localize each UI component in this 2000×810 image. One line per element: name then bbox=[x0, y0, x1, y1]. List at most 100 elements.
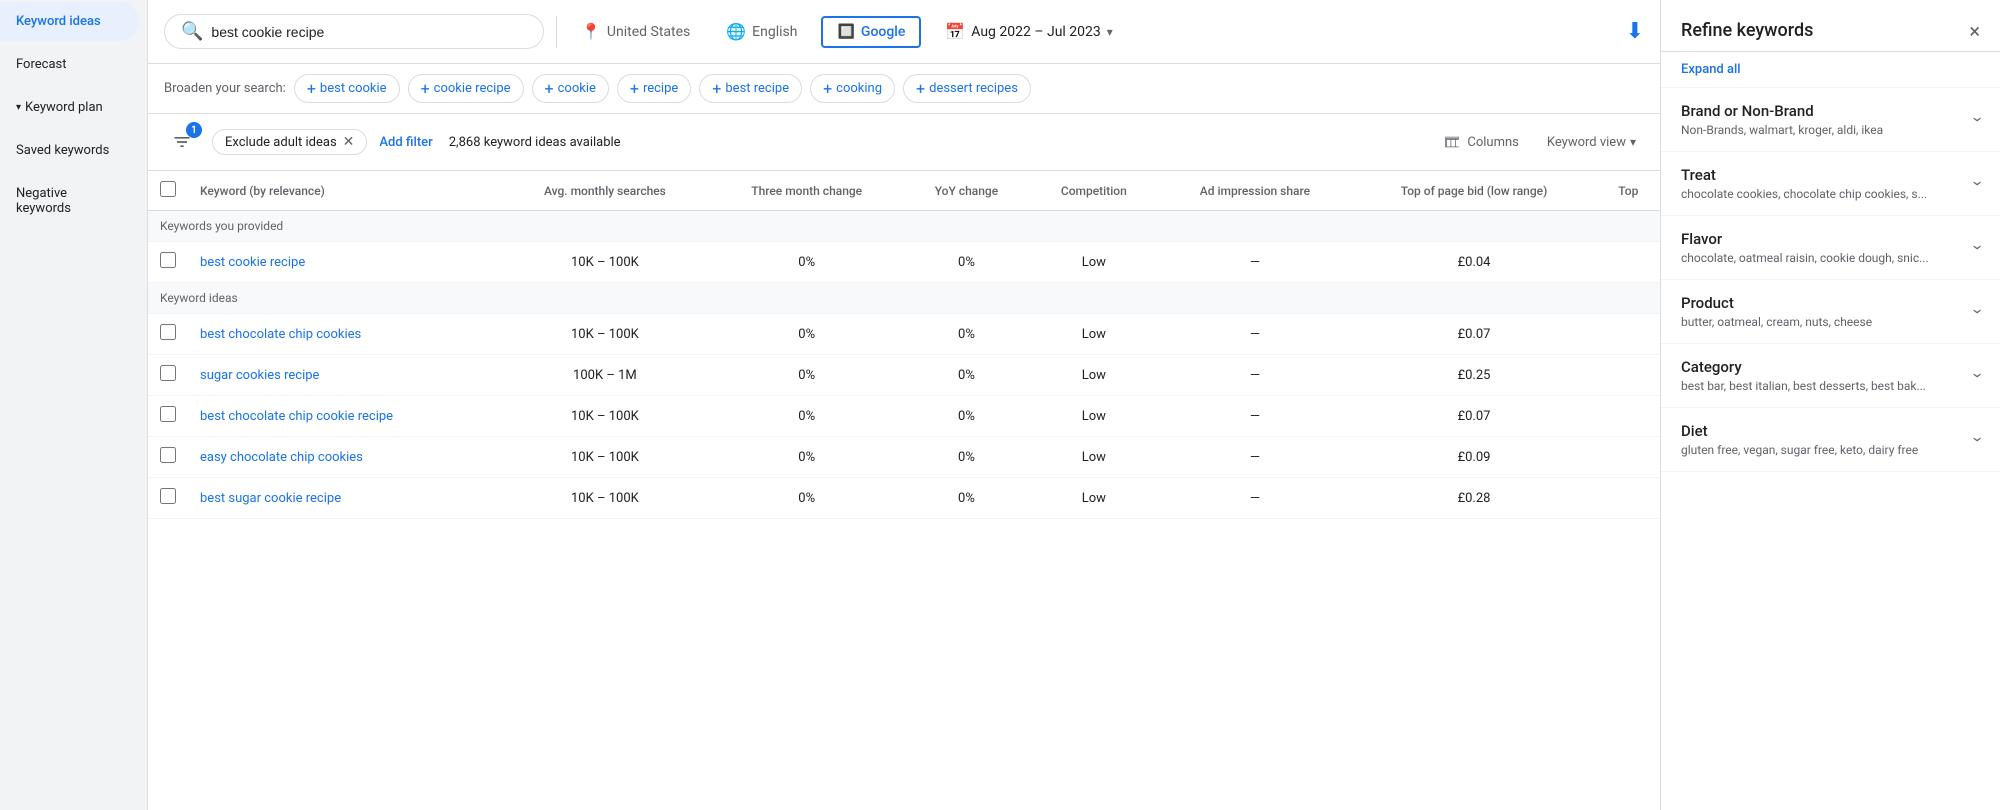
col-header-avg-monthly: Avg. monthly searches bbox=[500, 171, 710, 211]
keyword-view-label: Keyword view bbox=[1547, 135, 1626, 150]
cell-top-bid-high bbox=[1597, 242, 1660, 283]
date-range-filter[interactable]: 📅 Aug 2022 – Jul 2023 ▾ bbox=[933, 16, 1124, 47]
cell-top-bid-high bbox=[1597, 478, 1660, 519]
exclude-chip-label: Exclude adult ideas bbox=[225, 135, 337, 150]
exclude-adult-chip[interactable]: Exclude adult ideas ✕ bbox=[212, 129, 367, 155]
download-icon[interactable]: ⬇ bbox=[1626, 19, 1644, 44]
broaden-chip-cooking[interactable]: + cooking bbox=[810, 74, 895, 103]
cell-yoy: 0% bbox=[904, 314, 1030, 355]
add-filter-button[interactable]: Add filter bbox=[379, 135, 432, 150]
keyword-cell[interactable]: sugar cookies recipe bbox=[200, 368, 319, 383]
refine-title: Refine keywords bbox=[1681, 20, 1813, 41]
sidebar-item-label: Saved keywords bbox=[16, 143, 109, 158]
chevron-down-icon: › bbox=[1967, 309, 1988, 314]
chip-label: best recipe bbox=[725, 81, 789, 96]
keyword-cell[interactable]: easy chocolate chip cookies bbox=[200, 450, 363, 465]
columns-button[interactable]: Columns bbox=[1435, 129, 1527, 155]
search-box[interactable]: 🔍 bbox=[164, 14, 544, 49]
cell-competition: Low bbox=[1029, 478, 1158, 519]
select-all-checkbox[interactable] bbox=[160, 181, 176, 197]
keyword-view-button[interactable]: Keyword view ▾ bbox=[1539, 131, 1644, 154]
sidebar-item-keyword-plan[interactable]: ▾ Keyword plan bbox=[0, 88, 139, 127]
table-row: easy chocolate chip cookies10K – 100K0%0… bbox=[148, 437, 1660, 478]
keyword-cell[interactable]: best chocolate chip cookies bbox=[200, 327, 361, 342]
topbar: 🔍 📍 United States 🌐 English 🔲 Google 📅 A… bbox=[148, 0, 1660, 64]
cell-avg-monthly: 100K – 1M bbox=[500, 355, 710, 396]
chip-label: cooking bbox=[836, 81, 882, 96]
keywords-table-container: Keyword (by relevance) Avg. monthly sear… bbox=[148, 171, 1660, 810]
sidebar-item-negative-keywords[interactable]: Negative keywords bbox=[0, 174, 139, 228]
topbar-actions: ⬇ bbox=[1626, 19, 1644, 44]
row-checkbox[interactable] bbox=[160, 324, 176, 340]
language-filter[interactable]: 🌐 English bbox=[714, 16, 809, 47]
refine-section-product[interactable]: Product butter, oatmeal, cream, nuts, ch… bbox=[1661, 280, 2000, 344]
refine-section-subtitle: chocolate cookies, chocolate chip cookie… bbox=[1681, 187, 1927, 201]
cell-three-month: 0% bbox=[710, 355, 904, 396]
row-checkbox[interactable] bbox=[160, 488, 176, 504]
broaden-chip-recipe[interactable]: + recipe bbox=[617, 74, 691, 103]
cell-avg-monthly: 10K – 100K bbox=[500, 396, 710, 437]
refine-section-treat[interactable]: Treat chocolate cookies, chocolate chip … bbox=[1661, 152, 2000, 216]
chip-label: cookie recipe bbox=[434, 81, 511, 96]
location-filter[interactable]: 📍 United States bbox=[569, 16, 702, 47]
keyword-cell[interactable]: best sugar cookie recipe bbox=[200, 491, 341, 506]
sidebar-item-keyword-ideas[interactable]: Keyword ideas bbox=[0, 2, 139, 41]
filter-icon-button[interactable]: 1 bbox=[164, 124, 200, 160]
chip-label: cookie bbox=[558, 81, 596, 96]
refine-section-brand-non-brand[interactable]: Brand or Non-Brand Non-Brands, walmart, … bbox=[1661, 88, 2000, 152]
col-header-top-bid-high: Top bbox=[1597, 171, 1660, 211]
col-header-top-bid-low: Top of page bid (low range) bbox=[1351, 171, 1596, 211]
cell-three-month: 0% bbox=[710, 396, 904, 437]
broaden-bar: Broaden your search: + best cookie + coo… bbox=[148, 64, 1660, 114]
cell-three-month: 0% bbox=[710, 242, 904, 283]
cell-yoy: 0% bbox=[904, 437, 1030, 478]
chevron-down-icon: ▾ bbox=[1630, 135, 1636, 149]
cell-top-bid_low: £0.25 bbox=[1351, 355, 1596, 396]
keyword-cell[interactable]: best chocolate chip cookie recipe bbox=[200, 409, 393, 424]
refine-section-title: Product bbox=[1681, 294, 1872, 312]
broaden-chip-best-cookie[interactable]: + best cookie bbox=[294, 74, 400, 103]
refine-section-flavor[interactable]: Flavor chocolate, oatmeal raisin, cookie… bbox=[1661, 216, 2000, 280]
refine-section-title: Diet bbox=[1681, 422, 1918, 440]
search-input[interactable] bbox=[211, 24, 527, 40]
cell-competition: Low bbox=[1029, 314, 1158, 355]
broaden-label: Broaden your search: bbox=[164, 81, 286, 96]
search-engine-button[interactable]: 🔲 Google bbox=[821, 16, 921, 48]
broaden-chip-best-recipe[interactable]: + best recipe bbox=[699, 74, 802, 103]
row-checkbox[interactable] bbox=[160, 406, 176, 422]
plus-icon: + bbox=[916, 79, 925, 98]
col-header-three-month: Three month change bbox=[710, 171, 904, 211]
refine-sections: Brand or Non-Brand Non-Brands, walmart, … bbox=[1661, 88, 2000, 472]
col-header-keyword: Keyword (by relevance) bbox=[188, 171, 500, 211]
chevron-down-icon: › bbox=[1967, 373, 1988, 378]
expand-all-button[interactable]: Expand all bbox=[1661, 52, 2000, 88]
chevron-down-icon: › bbox=[1967, 117, 1988, 122]
broaden-chip-cookie[interactable]: + cookie bbox=[532, 74, 609, 103]
refine-section-category[interactable]: Category best bar, best italian, best de… bbox=[1661, 344, 2000, 408]
refine-section-subtitle: gluten free, vegan, sugar free, keto, da… bbox=[1681, 443, 1918, 457]
plus-icon: + bbox=[307, 79, 316, 98]
table-row: best chocolate chip cookie recipe 10K – 1… bbox=[148, 396, 1660, 437]
row-checkbox[interactable] bbox=[160, 365, 176, 381]
sidebar-item-saved-keywords[interactable]: Saved keywords bbox=[0, 131, 139, 170]
select-all-header[interactable] bbox=[148, 171, 188, 211]
refine-section-diet[interactable]: Diet gluten free, vegan, sugar free, ket… bbox=[1661, 408, 2000, 472]
cell-competition: Low bbox=[1029, 355, 1158, 396]
close-icon[interactable]: ✕ bbox=[343, 134, 355, 150]
cell-avg-monthly: 10K – 100K bbox=[500, 242, 710, 283]
sidebar-item-forecast[interactable]: Forecast bbox=[0, 45, 139, 84]
keyword-cell[interactable]: best cookie recipe bbox=[200, 255, 305, 270]
chip-label: recipe bbox=[643, 81, 678, 96]
refine-section-subtitle: best bar, best italian, best desserts, b… bbox=[1681, 379, 1926, 393]
broaden-chip-cookie-recipe[interactable]: + cookie recipe bbox=[408, 74, 524, 103]
row-checkbox[interactable] bbox=[160, 447, 176, 463]
refine-section-title: Flavor bbox=[1681, 230, 1929, 248]
filter-badge: 1 bbox=[186, 122, 202, 138]
row-checkbox[interactable] bbox=[160, 252, 176, 268]
plus-icon: + bbox=[630, 79, 639, 98]
cell-top-bid_low: £0.09 bbox=[1351, 437, 1596, 478]
broaden-chip-dessert-recipes[interactable]: + dessert recipes bbox=[903, 74, 1031, 103]
refine-close-button[interactable]: × bbox=[1969, 21, 1980, 41]
location-label: United States bbox=[607, 24, 690, 40]
chevron-down-icon: ▾ bbox=[1107, 25, 1113, 39]
